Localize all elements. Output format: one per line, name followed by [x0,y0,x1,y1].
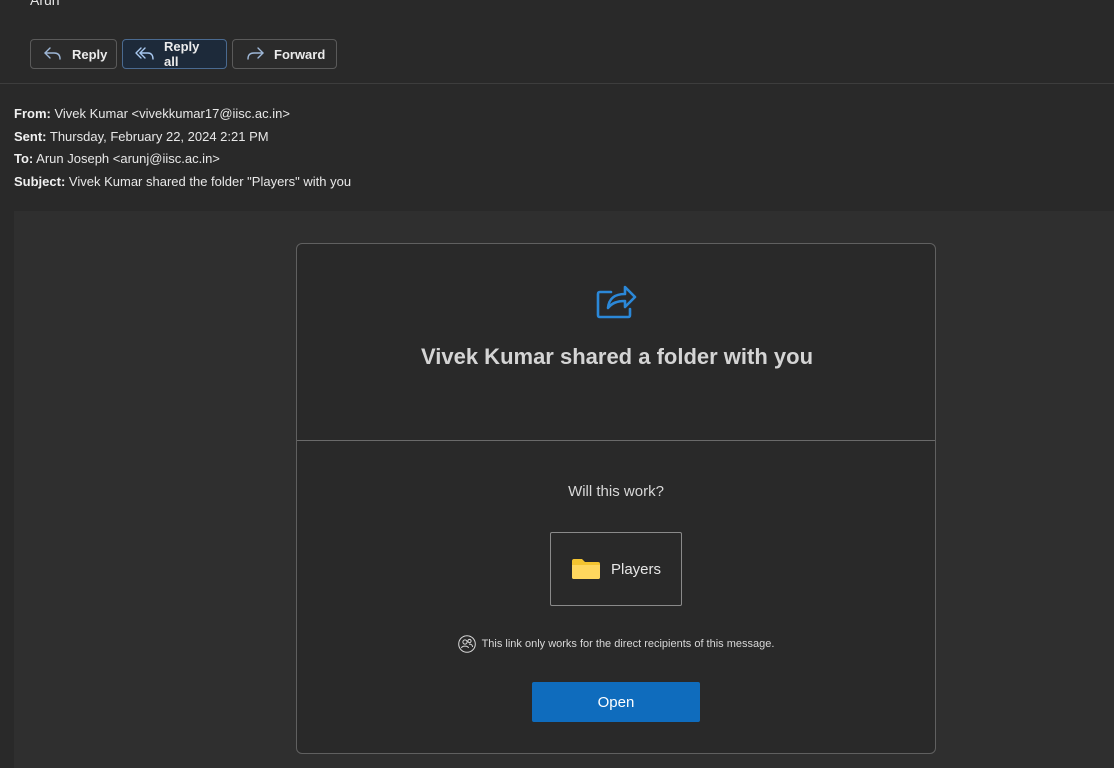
reply-all-label: Reply all [164,39,200,69]
message-actions: Reply Reply all Forward [30,39,337,69]
people-icon [457,635,476,653]
subject-label: Subject: [14,173,66,189]
reply-label: Reply [72,46,108,62]
recipient-notice: This link only works for the direct reci… [297,635,935,653]
share-title: Vivek Kumar shared a folder with you [420,344,814,369]
subject-value: Vivek Kumar shared the folder "Players" … [68,173,352,189]
folder-name: Players [610,560,662,578]
to-row: To: Arun Joseph <arunj@iisc.ac.in> [14,148,351,171]
from-row: From: Vivek Kumar <vivekkumar17@iisc.ac.… [14,103,351,126]
email-reading-pane: Arun Reply Reply all Forward From: Vivek… [0,0,1114,768]
reply-button[interactable]: Reply [30,39,117,69]
folder-tile-players[interactable]: Players [550,532,682,606]
message-headers: From: Vivek Kumar <vivekkumar17@iisc.ac.… [14,103,351,193]
header-divider [0,83,1114,84]
open-button[interactable]: Open [532,682,700,722]
folder-icon [571,558,601,580]
share-prompt: Will this work? [568,483,664,500]
reply-all-icon [135,46,155,62]
recipient-name: Arun [30,0,60,8]
from-label: From: [14,106,51,121]
forward-icon [245,46,265,62]
share-icon [595,282,637,320]
from-value: Vivek Kumar <vivekkumar17@iisc.ac.in> [54,106,290,121]
share-card-body: Will this work? Players This link only w… [297,441,935,755]
reply-all-button[interactable]: Reply all [122,39,227,69]
sent-row: Sent: Thursday, February 22, 2024 2:21 P… [14,126,351,149]
reply-icon [43,46,63,62]
sent-value: Thursday, February 22, 2024 2:21 PM [49,128,269,144]
to-value: Arun Joseph <arunj@iisc.ac.in> [36,151,220,166]
forward-button[interactable]: Forward [232,39,337,69]
message-body: Vivek Kumar shared a folder with you Wil… [14,211,1114,768]
recipient-notice-text: This link only works for the direct reci… [481,638,775,650]
share-card: Vivek Kumar shared a folder with you Wil… [296,243,936,754]
share-card-header: Vivek Kumar shared a folder with you [297,244,935,441]
forward-label: Forward [274,46,326,62]
to-label: To: [14,151,34,166]
sent-label: Sent: [14,128,47,144]
subject-row: Subject: Vivek Kumar shared the folder "… [14,171,351,194]
